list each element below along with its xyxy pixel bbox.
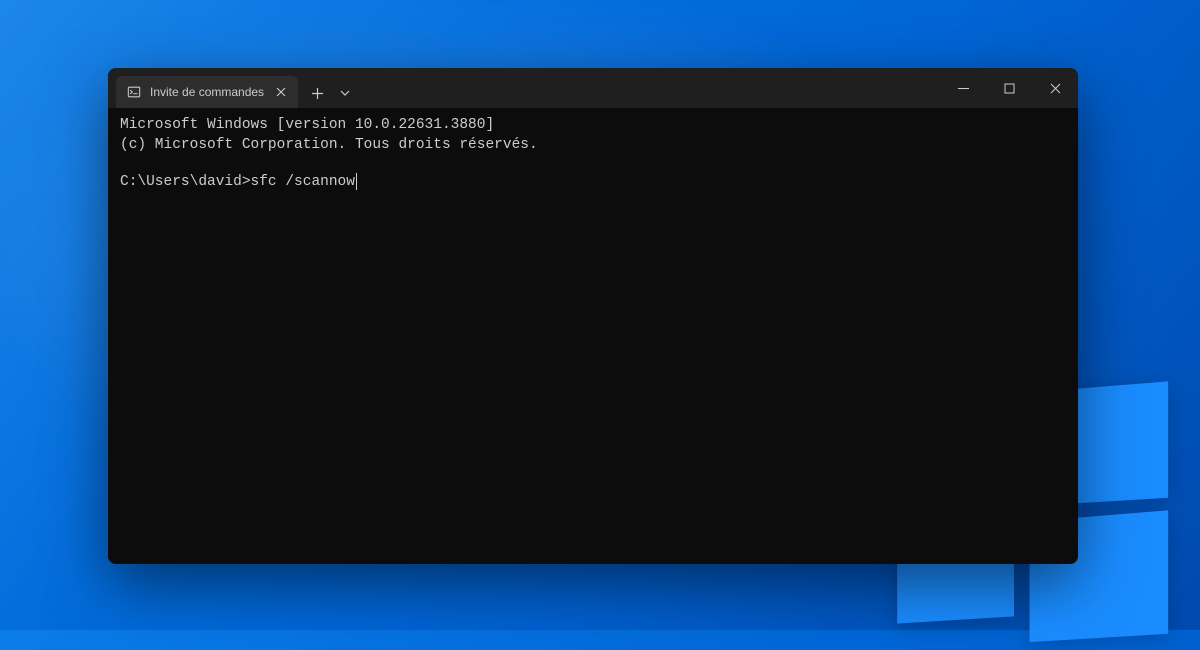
output-line: Microsoft Windows [version 10.0.22631.38… [120,116,1066,136]
minimize-button[interactable] [940,68,986,108]
tab-dropdown-button[interactable] [332,78,358,108]
text-cursor [356,173,358,190]
maximize-button[interactable] [986,68,1032,108]
close-button[interactable] [1032,68,1078,108]
terminal-window: Invite de commandes Mic [108,68,1078,564]
tab-title: Invite de commandes [150,85,264,99]
output-line: (c) Microsoft Corporation. Tous droits r… [120,136,1066,156]
tab-command-prompt[interactable]: Invite de commandes [116,76,298,108]
titlebar[interactable]: Invite de commandes [108,68,1078,108]
terminal-icon [126,84,142,100]
window-controls [940,68,1078,108]
tab-strip: Invite de commandes [108,68,940,108]
prompt-line: C:\Users\david>sfc /scannow [120,173,1066,193]
tab-close-button[interactable] [272,83,290,101]
prompt-text: C:\Users\david> [120,173,251,193]
new-tab-button[interactable] [302,78,332,108]
terminal-output[interactable]: Microsoft Windows [version 10.0.22631.38… [108,108,1078,564]
command-input[interactable]: sfc /scannow [251,173,355,193]
